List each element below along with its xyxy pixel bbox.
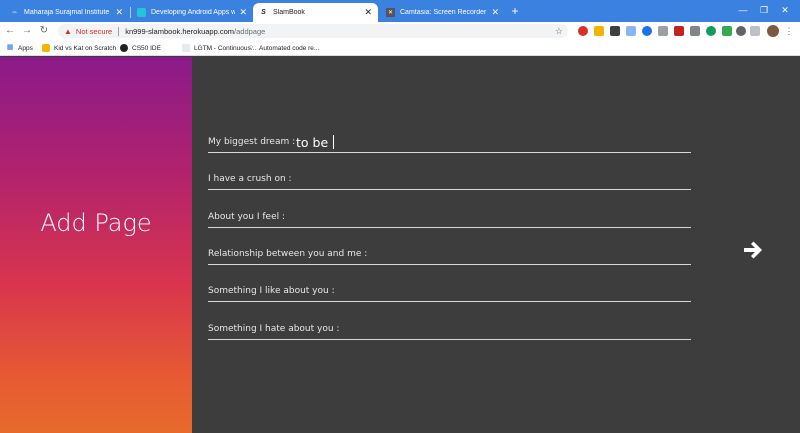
warning-icon: ▲ [64, 26, 72, 36]
extension-icon[interactable] [674, 26, 684, 36]
kebab-menu-icon[interactable]: ⋮ [784, 25, 794, 37]
bookmarks-bar: ▦ Apps Kid vs Kat on Scratch CS50 IDE LG… [0, 40, 800, 56]
extension-icon[interactable] [594, 26, 604, 36]
divider [118, 26, 120, 36]
extension-icon[interactable] [690, 26, 700, 36]
extension-icon[interactable] [626, 26, 636, 36]
bookmark-label: CS50 IDE [132, 44, 161, 52]
back-button[interactable]: ← [3, 24, 17, 38]
reload-button[interactable]: ↻ [37, 24, 51, 38]
hero-panel: Add Page [0, 57, 192, 433]
tab-title: Maharaja Surajmal Institute of Te... [24, 9, 111, 16]
security-status[interactable]: Not secure [76, 27, 112, 36]
field-relationship[interactable]: Relationship between you and me : [208, 235, 691, 265]
close-icon[interactable]: ✕ [491, 7, 499, 18]
bookmark-label: Automated code re... [259, 44, 320, 52]
field-label: Something I like about you : [208, 286, 335, 296]
bookmark-code-review[interactable]: ○ Automated code re... [247, 42, 319, 54]
extension-icon[interactable] [706, 26, 716, 36]
arrow-right-icon [744, 241, 762, 259]
minimize-icon[interactable]: — [736, 3, 750, 17]
field-label: Something I hate about you : [208, 324, 340, 334]
restore-icon[interactable]: ❐ [757, 3, 771, 17]
bookmark-cs50[interactable]: CS50 IDE [120, 42, 161, 54]
next-button[interactable] [742, 239, 764, 261]
page-title: Add Page [40, 209, 152, 237]
extension-icon[interactable] [736, 26, 746, 36]
browser-toolbar: ← → ↻ ▲ Not secure kn999-slambook.heroku… [0, 22, 800, 40]
lgtm-icon [182, 44, 190, 52]
url-host: kn999-slambook.herokuapp.com [125, 26, 235, 36]
tab-title: SlamBook [273, 9, 305, 16]
field-input[interactable]: to be [296, 135, 335, 150]
close-icon[interactable]: ✕ [364, 7, 372, 18]
field-label: Relationship between you and me : [208, 249, 368, 259]
field-crush[interactable]: I have a crush on : [208, 160, 691, 190]
close-icon[interactable]: ✕ [115, 7, 123, 18]
course-icon [137, 8, 146, 17]
extension-icon[interactable] [578, 26, 588, 36]
slambook-icon: S [261, 9, 266, 16]
new-tab-button[interactable]: + [508, 4, 522, 18]
bookmark-label: Kid vs Kat on Scratch [54, 44, 117, 52]
url-path: /addpage [234, 26, 266, 36]
field-value: to be [296, 135, 329, 150]
tab-msi[interactable]: ⇔ Maharaja Surajmal Institute of Te... ✕ [4, 3, 129, 22]
bookmark-scratch[interactable]: Kid vs Kat on Scratch [42, 42, 116, 54]
camtasia-icon: ✕ [386, 8, 395, 17]
tab-camtasia[interactable]: ✕ Camtasia: Screen Recorder & Vi... ✕ [380, 3, 505, 22]
close-icon[interactable]: ✕ [239, 7, 247, 18]
bookmark-lgtm[interactable]: LGTM - Continuous... [182, 42, 256, 54]
tab-slambook[interactable]: S SlamBook ✕ [253, 3, 378, 22]
field-hate-about-you[interactable]: Something I hate about you : [208, 310, 691, 340]
field-label: My biggest dream : [208, 137, 296, 147]
code-review-icon: ○ [248, 44, 254, 51]
extension-icon[interactable] [722, 26, 732, 36]
apps-grid-icon: ▦ [6, 44, 14, 51]
field-like-about-you[interactable]: Something I like about you : [208, 272, 691, 302]
cs50-icon [120, 44, 128, 52]
bookmark-star-icon[interactable]: ☆ [555, 26, 563, 37]
extension-icon[interactable] [642, 26, 652, 36]
extension-icon[interactable] [610, 26, 620, 36]
scratch-icon [42, 44, 50, 52]
field-label: About you I feel : [208, 212, 286, 222]
tab-title: Developing Android Apps with K... [151, 9, 236, 16]
browser-tab-strip: ⇔ Maharaja Surajmal Institute of Te... ✕… [0, 0, 800, 22]
avatar[interactable] [767, 25, 779, 37]
window-close-icon[interactable]: ✕ [778, 3, 792, 17]
extension-icon[interactable] [750, 26, 760, 36]
forward-button[interactable]: → [20, 24, 34, 38]
tab-title: Camtasia: Screen Recorder & Vi... [400, 9, 487, 16]
tab-android-course[interactable]: Developing Android Apps with K... ✕ [131, 3, 253, 22]
bookmark-label: Apps [18, 44, 33, 52]
bookmark-apps[interactable]: ▦ Apps [6, 42, 33, 54]
field-biggest-dream[interactable]: My biggest dream : to be [208, 123, 691, 153]
address-bar[interactable]: ▲ Not secure kn999-slambook.herokuapp.co… [58, 24, 568, 38]
field-label: I have a crush on : [208, 174, 292, 184]
field-about-you[interactable]: About you I feel : [208, 198, 691, 228]
text-caret [333, 135, 335, 149]
extension-icon[interactable] [658, 26, 668, 36]
link-icon: ⇔ [11, 9, 18, 16]
